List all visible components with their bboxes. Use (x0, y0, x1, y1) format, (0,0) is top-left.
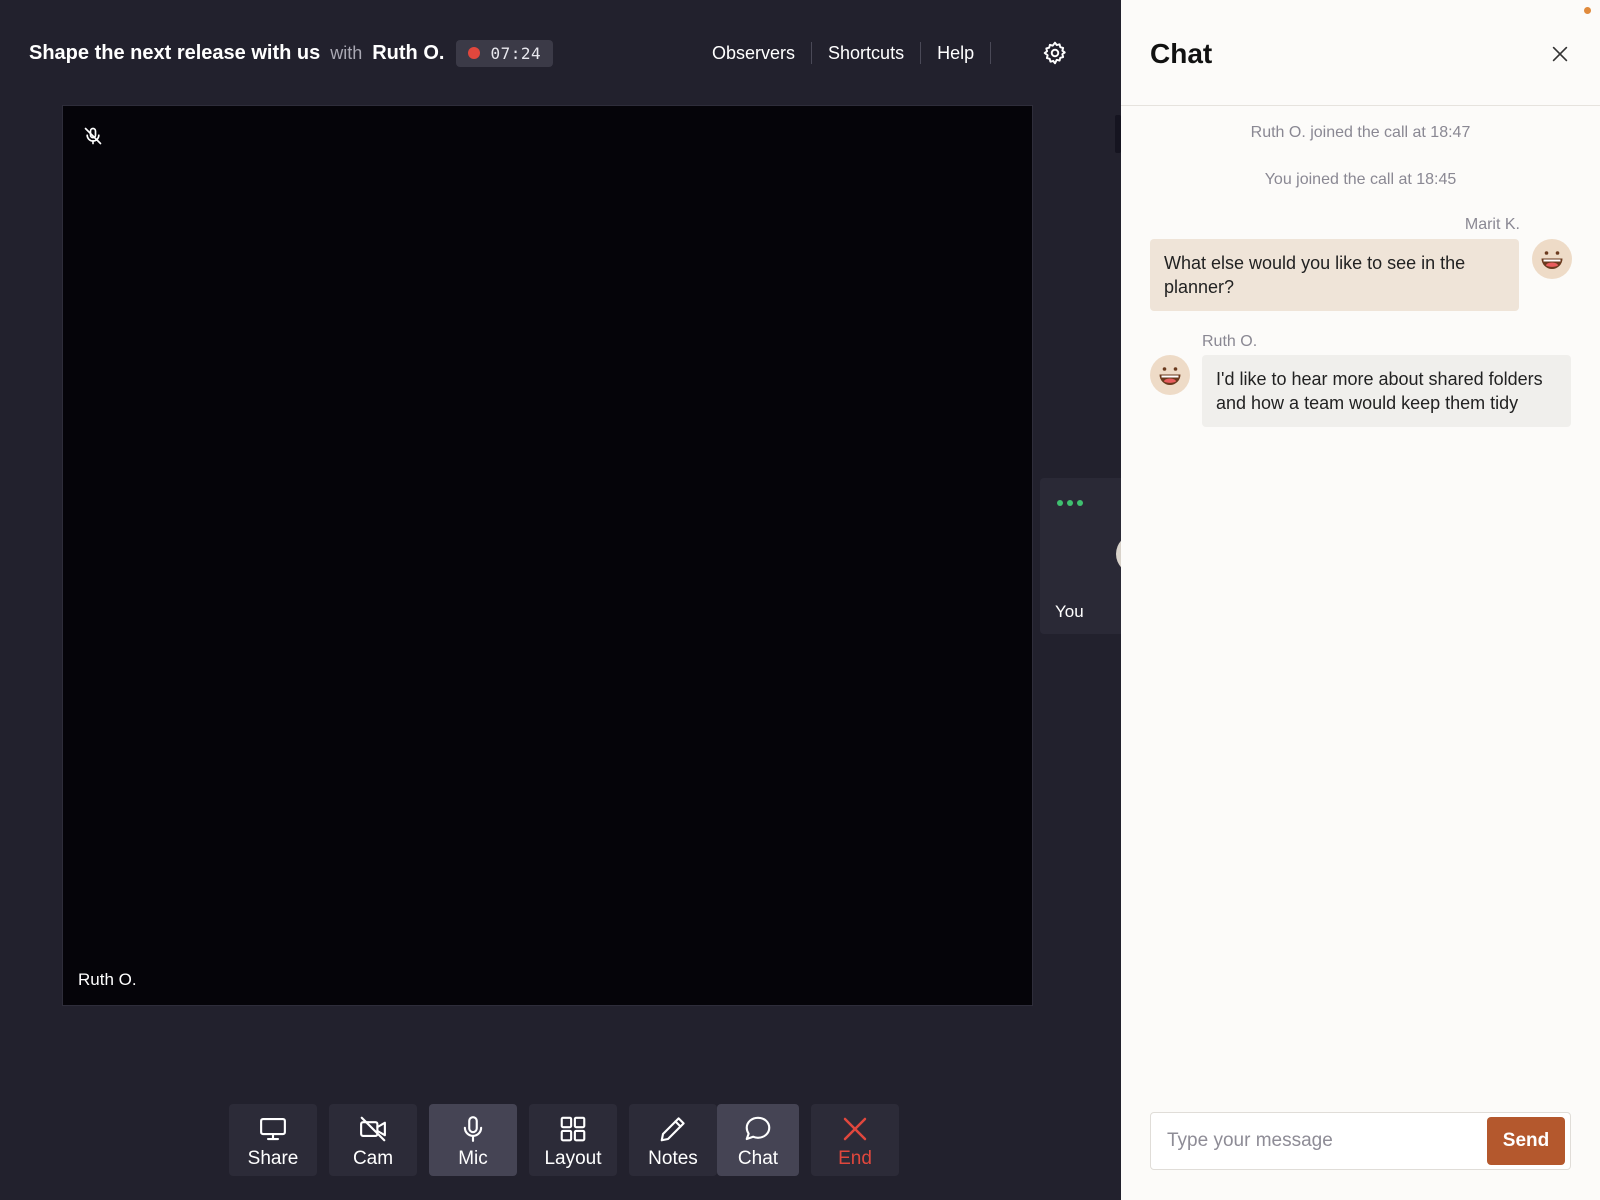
main-video-name: Ruth O. (78, 970, 137, 989)
camera-off-icon (360, 1116, 386, 1142)
monitor-icon (260, 1117, 286, 1141)
cam-label: Cam (352, 1148, 394, 1169)
nav-divider (990, 42, 992, 64)
chat-label: Chat (737, 1148, 779, 1169)
mic-button[interactable]: Mic (429, 1104, 517, 1176)
grid-icon (560, 1116, 586, 1142)
dot (1057, 500, 1063, 506)
participant-name: Ruth O. (372, 41, 445, 64)
cam-button[interactable]: Cam (329, 1104, 417, 1176)
nav-help[interactable]: Help (921, 43, 990, 64)
avatar (1150, 355, 1190, 395)
chat-button[interactable]: Chat (717, 1104, 799, 1176)
call-toolbar: Share Cam Mic Layout Notes Chat End (229, 1104, 911, 1176)
recording-dot-icon (468, 47, 481, 59)
recording-time: 07:24 (490, 43, 542, 63)
close-icon (843, 1117, 867, 1141)
top-nav: Observers Shortcuts Help (697, 38, 992, 68)
call-area: Shape the next release with us with Ruth… (0, 0, 1121, 1200)
gear-icon[interactable] (1042, 40, 1068, 66)
end-call-button[interactable]: End (811, 1104, 899, 1176)
message-bubble: I'd like to hear more about shared folde… (1202, 355, 1571, 427)
mic-icon (463, 1116, 483, 1142)
nav-observers[interactable]: Observers (697, 43, 811, 64)
smiley-icon (1541, 251, 1563, 269)
message-input[interactable] (1151, 1113, 1481, 1169)
smiley-icon (1159, 367, 1181, 385)
system-message: Ruth O. joined the call at 18:47 (1250, 124, 1471, 141)
chat-title: Chat (1150, 38, 1213, 69)
pencil-icon (660, 1117, 685, 1142)
mic-off-icon (83, 126, 103, 146)
message-sender: Ruth O. (1202, 333, 1258, 350)
dot (1077, 500, 1083, 506)
mic-label: Mic (458, 1148, 488, 1169)
more-options-icon[interactable] (1057, 500, 1083, 506)
with-label: with (330, 42, 363, 63)
chat-bubble-icon (745, 1116, 771, 1141)
notes-label: Notes (648, 1148, 698, 1169)
share-label: Share (247, 1148, 299, 1169)
chat-header: Chat (1121, 0, 1600, 106)
message-composer: Send (1150, 1112, 1571, 1170)
end-label: End (838, 1148, 872, 1169)
call-title: Shape the next release with us (29, 41, 321, 64)
layout-button[interactable]: Layout (529, 1104, 617, 1176)
message-bubble: What else would you like to see in the p… (1150, 239, 1519, 311)
send-button[interactable]: Send (1487, 1117, 1565, 1165)
close-icon[interactable] (1549, 43, 1571, 65)
recording-badge: 07:24 (456, 39, 554, 67)
nav-shortcuts[interactable]: Shortcuts (812, 43, 920, 64)
self-video-name: You (1055, 602, 1084, 621)
layout-label: Layout (544, 1148, 602, 1169)
message-sender: Marit K. (1464, 216, 1520, 233)
avatar (1532, 239, 1572, 279)
system-message: You joined the call at 18:45 (1264, 171, 1457, 188)
notes-button[interactable]: Notes (629, 1104, 717, 1176)
chat-panel: Chat Ruth O. joined the call at 18:47 Yo… (1121, 0, 1600, 1200)
dot (1067, 500, 1073, 506)
main-video-tile: Ruth O. (62, 105, 1033, 1006)
share-button[interactable]: Share (229, 1104, 317, 1176)
self-video-tile[interactable]: You (1040, 478, 1121, 634)
